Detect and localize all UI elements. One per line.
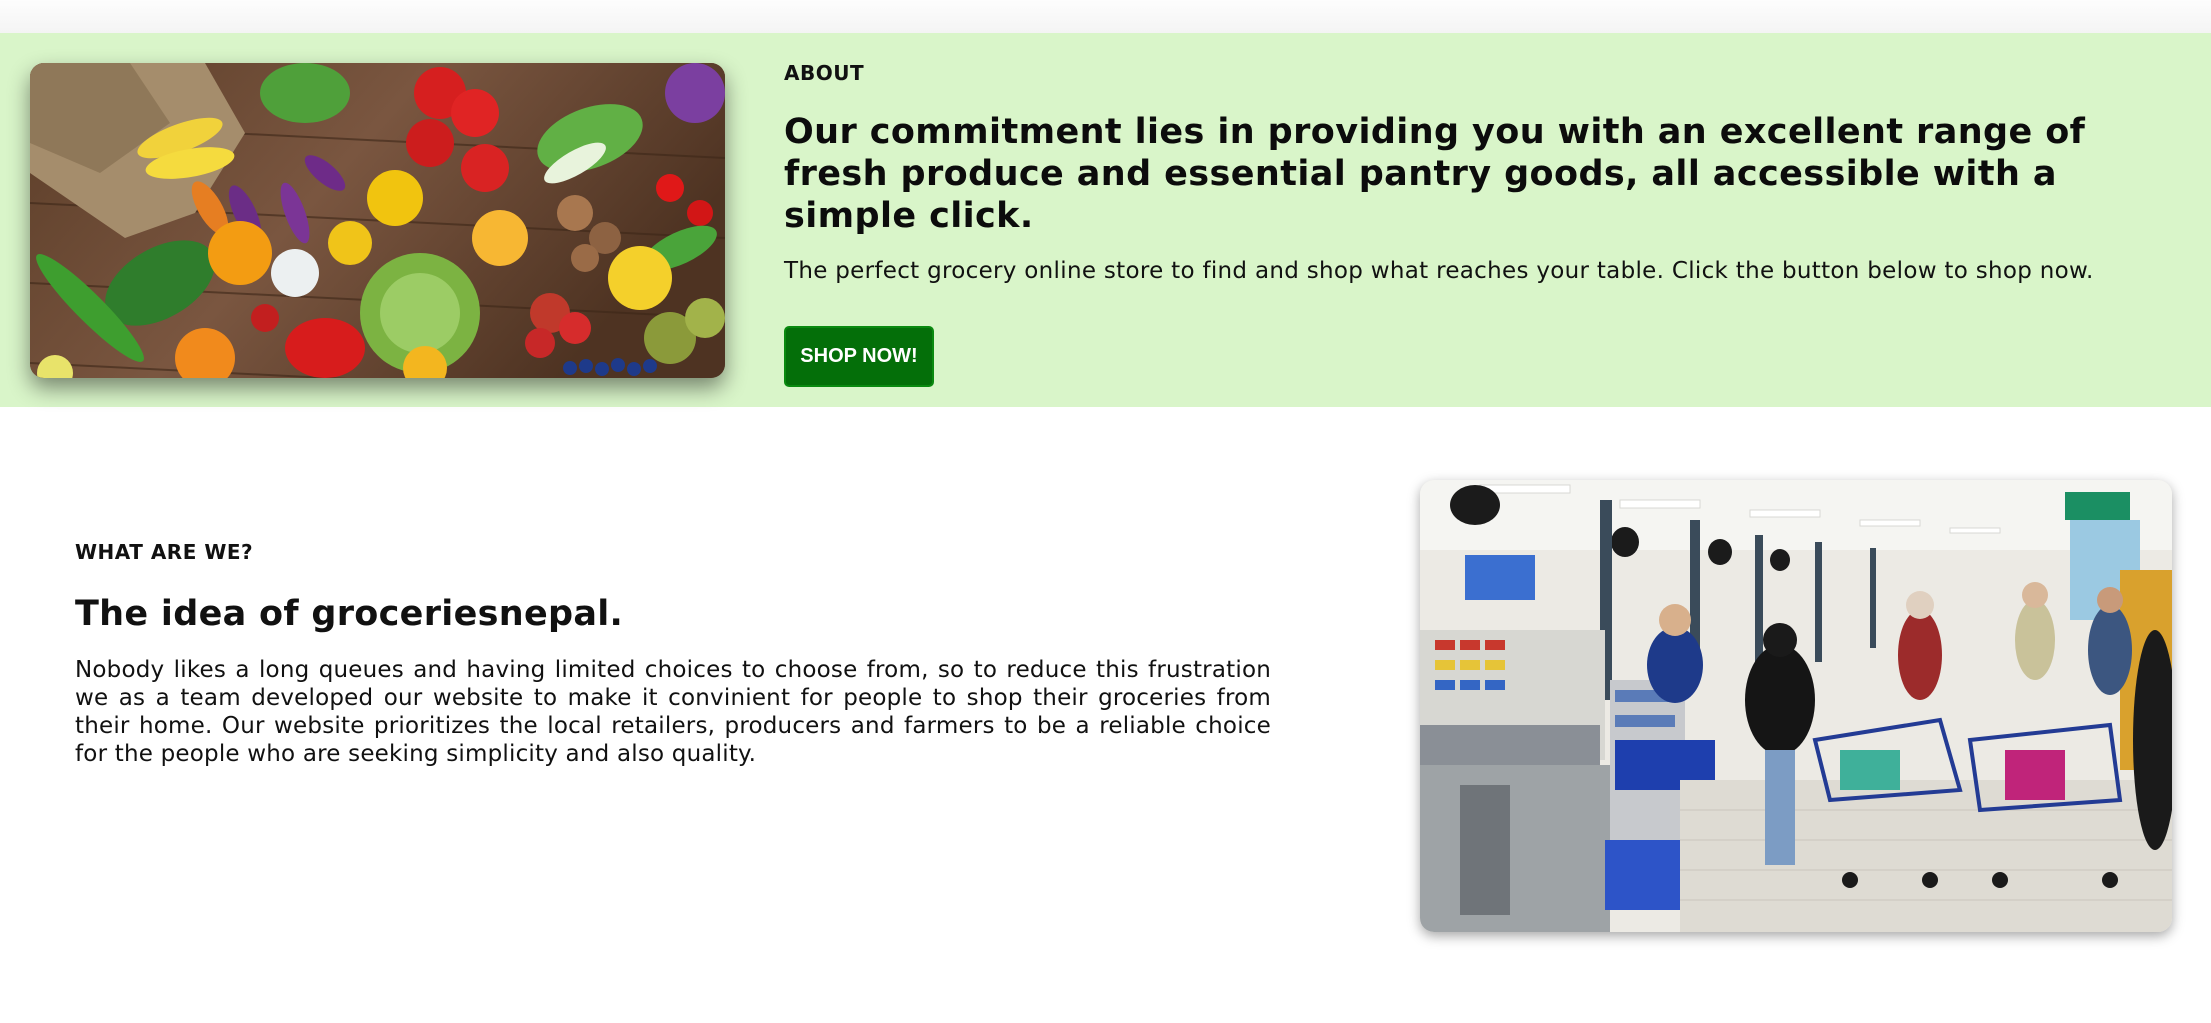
what-title: The idea of groceriesnepal. <box>75 594 624 634</box>
fresh-produce-illustration <box>30 63 725 378</box>
supermarket-checkout-illustration <box>1420 480 2172 932</box>
about-section: ABOUT Our commitment lies in providing y… <box>0 33 2211 407</box>
supermarket-checkout-image <box>1420 480 2172 932</box>
about-description: The perfect grocery online store to find… <box>784 258 2094 284</box>
about-title: Our commitment lies in providing you wit… <box>784 112 2086 236</box>
what-description: Nobody likes a long queues and having li… <box>75 657 1271 767</box>
shop-now-button[interactable]: SHOP NOW! <box>784 326 934 387</box>
what-eyebrow: WHAT ARE WE? <box>75 540 254 564</box>
fresh-produce-image <box>30 63 725 378</box>
top-band <box>0 0 2211 33</box>
about-eyebrow: ABOUT <box>784 61 865 85</box>
what-are-we-section: WHAT ARE WE? The idea of groceriesnepal.… <box>75 540 1271 768</box>
about-content: ABOUT Our commitment lies in providing y… <box>784 61 2174 287</box>
